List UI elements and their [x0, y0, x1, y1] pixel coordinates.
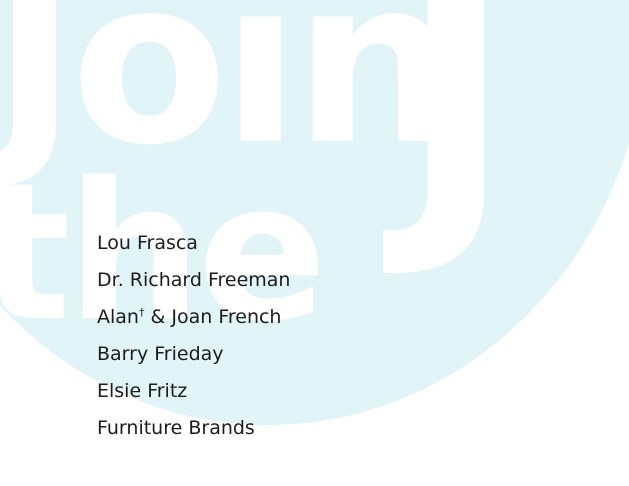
page: Join the J Lou Frasca Dr. Richard Freema… [0, 0, 629, 486]
donor-name: Alan [97, 306, 139, 328]
donor-name: Dr. Richard Freeman [97, 269, 291, 291]
donor-item: Dr. Richard Freeman [97, 262, 290, 299]
donor-name: Barry Frieday [97, 343, 224, 365]
donor-list: Lou Frasca Dr. Richard Freeman Alan† & J… [97, 225, 290, 447]
donor-item: Furniture Brands [97, 410, 290, 447]
donor-item: Lou Frasca [97, 225, 290, 262]
donor-name: Elsie Fritz [97, 380, 188, 402]
watermark-j-text: J [400, 0, 512, 284]
donor-name-rest: & Joan French [144, 306, 282, 328]
donor-item: Alan† & Joan French [97, 299, 290, 336]
donor-name: Lou Frasca [97, 232, 198, 254]
donor-name: Furniture Brands [97, 417, 255, 439]
donor-item: Elsie Fritz [97, 373, 290, 410]
donor-item: Barry Frieday [97, 336, 290, 373]
